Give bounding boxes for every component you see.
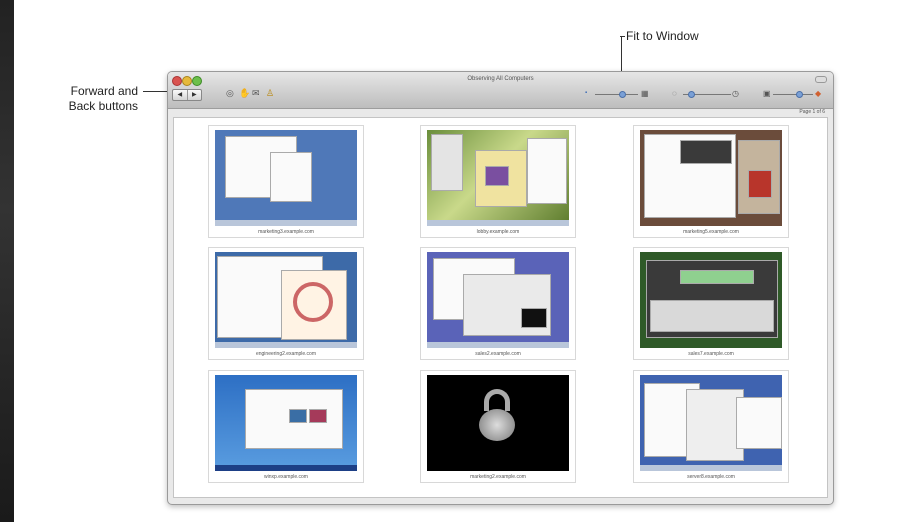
preview-window (270, 152, 312, 202)
thumbnail-size-slider-knob[interactable] (619, 91, 626, 98)
screen-preview (427, 375, 569, 471)
preview-window (309, 409, 327, 423)
computer-name: sales2.example.com (475, 351, 521, 357)
computer-thumbnail[interactable]: engineering2.example.com (208, 247, 364, 360)
screen-icon[interactable]: ▣ (763, 88, 771, 99)
preview-dock (215, 220, 357, 226)
thumbnail-size-slider[interactable] (595, 94, 638, 95)
back-button[interactable]: ◀ (173, 90, 187, 100)
screen-preview (215, 130, 357, 226)
preview-window (485, 166, 509, 186)
preview-window (680, 270, 754, 284)
preview-window (680, 140, 732, 164)
preview-dock (640, 465, 782, 471)
preview-dock (215, 342, 357, 348)
fit-to-window-icon[interactable]: ▦ (641, 88, 649, 99)
preview-window (527, 138, 567, 204)
computer-name: marketing5.example.com (683, 229, 739, 235)
computer-thumbnail[interactable]: marketing3.example.com (208, 125, 364, 238)
forward-back-callout-line2: Back buttons (68, 99, 138, 113)
forward-button[interactable]: ▶ (186, 90, 202, 100)
screen-preview (427, 130, 569, 226)
refresh-slow-icon: ◌ (672, 89, 677, 98)
screen-preview (640, 130, 782, 226)
computer-thumbnail[interactable]: server8.example.com (633, 370, 789, 483)
forward-back-buttons: ◀ ▶ (172, 89, 202, 101)
preview-window (736, 397, 782, 449)
refresh-fast-icon: ◷ (732, 89, 739, 98)
preview-window (431, 134, 463, 191)
screen-preview (427, 252, 569, 348)
computer-name: marketing3.example.com (258, 229, 314, 235)
small-thumbnail-icon: ▪ (585, 90, 588, 96)
screen-preview (215, 375, 357, 471)
quality-slider-knob[interactable] (796, 91, 803, 98)
computer-name: lobby.example.com (476, 229, 520, 235)
screen-preview (215, 252, 357, 348)
computer-name: engineering2.example.com (255, 351, 317, 357)
preview-window (521, 308, 547, 328)
preview-shape (293, 282, 333, 322)
observe-window: Observing All Computers ◀ ▶ ◎ ✋ ✉ ♙ ▪ ▦ … (167, 71, 834, 505)
control-icon[interactable]: ✋ (239, 88, 250, 99)
preview-window (289, 409, 307, 423)
background-strip (0, 0, 14, 522)
preview-taskbar (215, 465, 357, 471)
user-icon[interactable]: ♙ (266, 88, 274, 99)
color-icon: ◆ (815, 89, 822, 98)
computer-name: server8.example.com (687, 474, 735, 480)
lock-shackle (484, 389, 510, 411)
toolbar-toggle-button[interactable] (815, 76, 827, 83)
computer-thumbnail[interactable]: sales2.example.com (420, 247, 576, 360)
preview-dock (427, 342, 569, 348)
message-icon[interactable]: ✉ (252, 88, 260, 99)
screen-preview (640, 375, 782, 471)
window-title: Observing All Computers (467, 76, 534, 82)
screen-preview (640, 252, 782, 348)
forward-back-callout: Forward and Back buttons (40, 84, 138, 114)
window-toolbar: Observing All Computers ◀ ▶ ◎ ✋ ✉ ♙ ▪ ▦ … (168, 72, 833, 109)
forward-back-callout-line1: Forward and (70, 84, 138, 98)
lock-icon (479, 409, 515, 441)
computer-thumbnail[interactable]: lobby.example.com (420, 125, 576, 238)
computer-thumbnail[interactable]: marketing5.example.com (633, 125, 789, 238)
page-indicator: Page 1 of 6 (799, 109, 825, 115)
computer-name: sales7.example.com (688, 351, 734, 357)
binoculars-icon[interactable]: ◎ (226, 88, 234, 99)
computer-name: marketing2.example.com (470, 474, 526, 480)
preview-dock (427, 220, 569, 226)
computer-thumbnail[interactable]: marketing2.example.com (420, 370, 576, 483)
computer-thumbnail[interactable]: sales7.example.com (633, 247, 789, 360)
preview-window (650, 300, 774, 332)
quality-slider[interactable] (773, 94, 813, 95)
fit-to-window-callout: Fit to Window (626, 29, 699, 43)
computer-thumbnail[interactable]: winxp.example.com (208, 370, 364, 483)
computer-name: winxp.example.com (264, 474, 308, 480)
thumbnail-grid: marketing3.example.com lobby.example.com… (173, 117, 828, 498)
refresh-rate-slider-knob[interactable] (688, 91, 695, 98)
preview-window (748, 170, 772, 198)
